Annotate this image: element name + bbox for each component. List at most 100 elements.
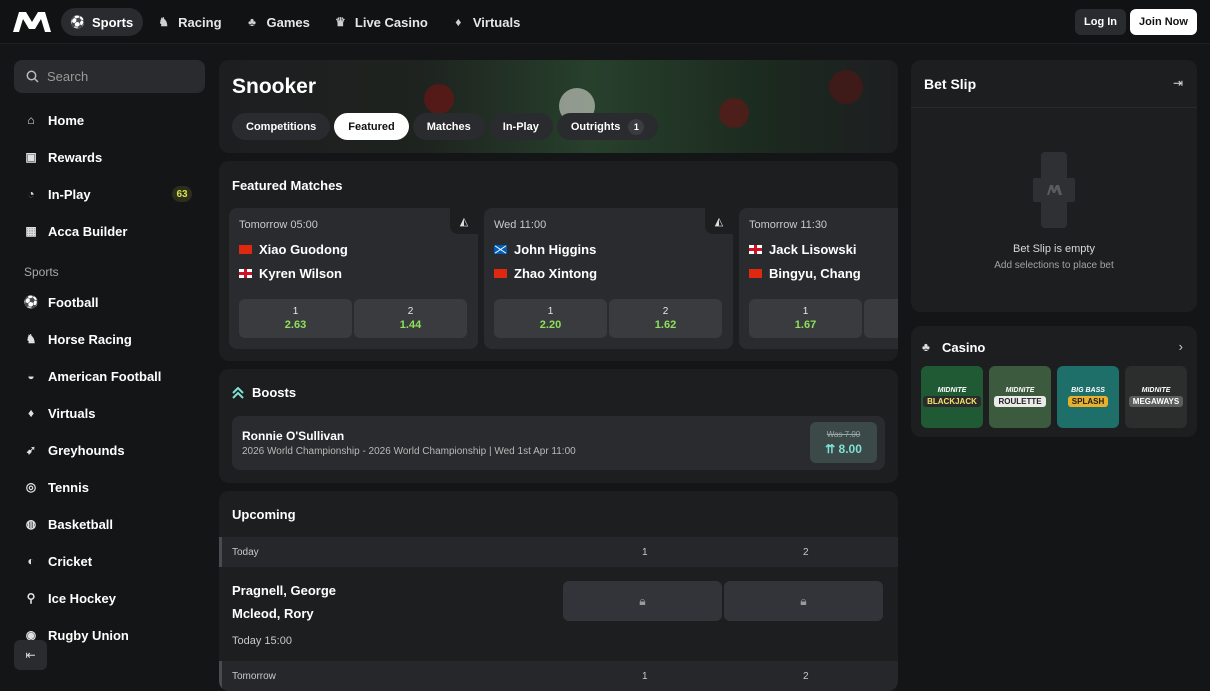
nav-sports[interactable]: ⚽ Sports [61, 8, 144, 36]
column-label: 1 [642, 671, 648, 682]
casino-game-tile[interactable]: MIDNITE MEGAWAYS [1125, 366, 1187, 428]
tab-featured[interactable]: Featured [334, 113, 409, 140]
sidebar-item-basketball[interactable]: ◍ Basketball [14, 509, 204, 539]
featured-matches-title: Featured Matches [232, 178, 343, 193]
tab-outrights[interactable]: Outrights 1 [556, 113, 659, 140]
search-placeholder: Search [47, 69, 89, 84]
sidebar-item-rewards[interactable]: ▣ Rewards [14, 142, 204, 172]
snooker-triangle-icon: ◭ [705, 208, 733, 234]
bet-slip-empty-subtitle: Add selections to place bet [994, 260, 1114, 271]
trophy-icon: ♛ [335, 15, 346, 29]
odds-label: 1 [802, 306, 809, 317]
sidebar-item-home[interactable]: ⌂ Home [14, 105, 204, 135]
lock-icon: 🔒︎ [800, 593, 807, 608]
sidebar-item-american-football[interactable]: ◒ American Football [14, 361, 204, 391]
locked-odds-button[interactable]: 🔒︎ [563, 581, 722, 621]
odds-button[interactable]: 1 2.20 [494, 299, 607, 338]
sidebar-item-label: Ice Hockey [48, 590, 116, 606]
locked-odds-button[interactable]: 🔒︎ [724, 581, 883, 621]
odds-value: 1.67 [794, 319, 817, 331]
sidebar-item-label: Greyhounds [48, 442, 125, 458]
collapse-bet-slip-icon[interactable]: ⇥ [1173, 76, 1183, 90]
gift-icon: ▣ [25, 150, 37, 164]
nav-label: Live Casino [354, 14, 428, 30]
tab-competitions[interactable]: Competitions [232, 113, 331, 140]
boost-new-odds: 8.00 [838, 441, 862, 456]
casino-game-tile[interactable]: MIDNITE BLACKJACK [921, 366, 983, 428]
bet-slip-title: Bet Slip [924, 76, 977, 92]
collapse-sidebar-button[interactable]: ⇤ [14, 640, 47, 670]
sidebar-item-cricket[interactable]: ◐ Cricket [14, 546, 204, 576]
sidebar-item-label: Home [48, 112, 85, 128]
odds-button[interactable]: 2 1.62 [609, 299, 722, 338]
nav-live-casino[interactable]: ♛ Live Casino [324, 8, 438, 36]
odds-button[interactable]: 1 2.63 [239, 299, 352, 338]
search-input[interactable]: Search [14, 60, 205, 93]
tab-in-play[interactable]: In-Play [488, 113, 553, 140]
virtual-icon: ♦ [455, 15, 462, 29]
odds-value: 1.62 [654, 319, 677, 331]
odds-button[interactable]: 1 1.67 [749, 299, 862, 338]
login-button[interactable]: Log In [1075, 9, 1126, 35]
column-label: 2 [803, 547, 809, 558]
nav-label: Racing [178, 14, 222, 30]
top-bar: ⚽ Sports ♞ Racing ♣ Games ♛ Live Casino … [0, 0, 1210, 44]
join-now-button[interactable]: Join Now [1130, 9, 1197, 35]
sidebar-item-horse-racing[interactable]: ♞ Horse Racing [14, 324, 204, 354]
sidebar-item-football[interactable]: ⚽ Football [14, 287, 204, 317]
boost-new-odds-wrap: ⇈ 8.00 [825, 442, 862, 456]
virtual-icon: ♦ [27, 406, 35, 420]
boost-odds-button[interactable]: Was 7.00 ⇈ 8.00 [810, 422, 877, 463]
player-name: Kyren Wilson [259, 266, 342, 281]
sidebar-item-label: Rewards [48, 149, 103, 165]
sidebar-item-ice-hockey[interactable]: ⚲ Ice Hockey [14, 583, 204, 613]
match-time: Wed 11:00 [494, 219, 547, 231]
match-time: Tomorrow 05:00 [239, 219, 318, 231]
horse-icon: ♞ [158, 15, 170, 29]
match-time: Tomorrow 11:30 [749, 219, 828, 231]
match-card[interactable]: Tomorrow 11:30 Jack Lisowski Bingyu, Cha… [739, 208, 898, 349]
main-nav: ⚽ Sports ♞ Racing ♣ Games ♛ Live Casino … [61, 8, 530, 36]
upcoming-day-header: Today 1 2 [219, 537, 898, 567]
tab-matches[interactable]: Matches [412, 113, 485, 140]
odds-button[interactable] [864, 299, 898, 338]
casino-game-tile[interactable]: MIDNITE ROULETTE [989, 366, 1051, 428]
casino-panel: ♣ Casino › MIDNITE BLACKJACK MIDNITE ROU… [911, 326, 1197, 437]
midnite-logo[interactable] [13, 11, 51, 33]
odds-button[interactable]: 2 1.44 [354, 299, 467, 338]
nav-virtuals[interactable]: ♦ Virtuals [442, 8, 530, 36]
featured-matches-panel: Featured Matches Tomorrow 05:00 ◭ Xiao G… [219, 161, 898, 361]
nav-games[interactable]: ♣ Games [236, 8, 320, 36]
sidebar-item-tennis[interactable]: ◎ Tennis [14, 472, 204, 502]
sidebar-item-acca-builder[interactable]: ▦ Acca Builder [14, 216, 204, 246]
divider [911, 107, 1197, 108]
match-card[interactable]: Wed 11:00 ◭ John Higgins Zhao Xintong 12… [484, 208, 733, 349]
sidebar-item-greyhounds[interactable]: ➹ Greyhounds [14, 435, 204, 465]
boost-arrow-icon: ⇈ [825, 441, 839, 456]
nav-racing[interactable]: ♞ Racing [147, 8, 231, 36]
match-card[interactable]: Tomorrow 05:00 ◭ Xiao Guodong Kyren Wils… [229, 208, 478, 349]
home-icon: ⌂ [27, 113, 35, 127]
column-label: 2 [803, 671, 809, 682]
away-player: Zhao Xintong [494, 266, 597, 281]
sport-header: Snooker Competitions Featured Matches In… [219, 60, 898, 153]
sidebar-item-label: Virtuals [48, 405, 96, 421]
player-name: Xiao Guodong [259, 242, 348, 257]
sidebar-item-in-play[interactable]: ◔ In-Play 63 [14, 179, 204, 209]
casino-game-tile[interactable]: BIG BASS SPLASH [1057, 366, 1119, 428]
page-title: Snooker [232, 75, 317, 98]
england-flag-icon [239, 269, 252, 278]
scotland-flag-icon [494, 245, 507, 254]
basketball-icon: ◍ [25, 517, 37, 531]
home-player: Pragnell, George [232, 583, 337, 598]
odds-label: 2 [662, 306, 669, 317]
outrights-count: 1 [628, 118, 645, 135]
chevron-right-icon[interactable]: › [1179, 339, 1183, 354]
nav-label: Virtuals [472, 14, 521, 30]
sidebar-item-virtuals[interactable]: ♦ Virtuals [14, 398, 204, 428]
game-name: ROULETTE [994, 396, 1046, 407]
game-name: SPLASH [1067, 396, 1109, 407]
boosts-panel: Boosts Ronnie O'Sullivan 2026 World Cham… [219, 369, 898, 483]
boost-item[interactable]: Ronnie O'Sullivan 2026 World Championshi… [232, 416, 885, 470]
sidebar-item-label: American Football [48, 368, 162, 384]
